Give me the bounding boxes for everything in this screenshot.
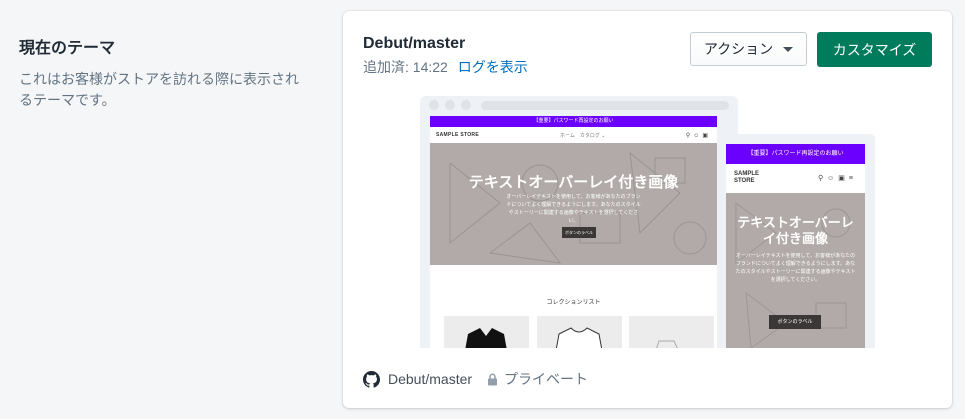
desktop-hero-title: テキストオーバーレイ付き画像 <box>468 174 679 191</box>
desktop-page: 【重要】パスワード再設定のお願い SAMPLE STORE ホーム カタログ ⌄… <box>430 116 717 348</box>
side-description: これはお客様がストアを訪れる際に表示されるテーマです。 <box>19 71 299 108</box>
theme-meta: 追加済: 14:22 ログを表示 <box>363 57 528 77</box>
customize-button-label: カスタマイズ <box>832 41 917 58</box>
collection-title: コレクションリスト <box>546 300 601 306</box>
search-icon: ⚲ <box>817 175 828 182</box>
collection-item <box>444 316 529 348</box>
collection-item <box>537 316 622 348</box>
theme-name: Debut/master <box>363 35 466 52</box>
mobile-hero-text: オーバーレイテキストを使用して、お客様があなたのブランドについてよく理解できるよ… <box>735 253 856 283</box>
desktop-store-logo: SAMPLE STORE <box>436 132 479 138</box>
theme-preview: 【重要】パスワード再設定のお願い SAMPLE STORE ホーム カタログ ⌄… <box>420 96 875 348</box>
user-icon: ☺ <box>693 132 703 139</box>
mobile-page: 【重要】パスワード再設定のお願い SAMPLE STORE ⚲☺▣≡ テキストオ… <box>726 144 865 348</box>
actions-button-label: アクション <box>703 41 774 57</box>
desktop-announcement: 【重要】パスワード再設定のお願い <box>430 116 717 127</box>
theme-added-time: 追加済: 14:22 <box>363 59 448 75</box>
customize-button[interactable]: カスタマイズ <box>817 32 932 67</box>
window-dot <box>445 100 455 110</box>
visibility-label: プライベート <box>504 371 589 387</box>
actions-dropdown-button[interactable]: アクション <box>690 32 807 66</box>
github-icon <box>363 370 380 388</box>
window-dot <box>461 100 471 110</box>
mobile-hero-button: ボタンのラベル <box>769 315 821 329</box>
cart-icon: ▣ <box>702 132 711 139</box>
window-dot <box>429 100 439 110</box>
mobile-hero: テキストオーバーレイ付き画像 オーバーレイテキストを使用して、お客様があなたのブ… <box>726 193 865 348</box>
desktop-nav-menu: ホーム カタログ ⌄ <box>560 132 606 139</box>
mobile-store-logo: SAMPLE STORE <box>734 171 760 184</box>
repo-name: Debut/master <box>388 371 473 387</box>
collection-item <box>629 316 714 348</box>
current-theme-card: Debut/master 追加済: 14:22 ログを表示 アクション カスタマ… <box>343 11 952 408</box>
view-log-link[interactable]: ログを表示 <box>458 59 528 75</box>
user-icon: ☺ <box>827 175 839 182</box>
desktop-hero-text: オーバーレイテキストを使用して、お客様があなたのブランドについてよく理解できるよ… <box>506 194 641 224</box>
caret-down-icon <box>783 46 794 52</box>
mobile-announcement: 【重要】パスワード再設定のお願い <box>726 144 865 164</box>
mobile-preview: 【重要】パスワード再設定のお願い SAMPLE STORE ⚲☺▣≡ テキストオ… <box>723 134 875 348</box>
desktop-hero-button: ボタンのラベル <box>562 227 596 238</box>
url-bar <box>481 101 729 110</box>
lock-icon <box>488 373 498 385</box>
mobile-hero-title: テキストオーバーレイ付き画像 <box>737 215 854 246</box>
theme-footer: Debut/master プライベート <box>363 369 588 389</box>
side-title: 現在のテーマ <box>19 40 116 57</box>
menu-icon: ≡ <box>848 175 857 182</box>
mobile-nav: SAMPLE STORE ⚲☺▣≡ <box>726 164 865 193</box>
desktop-hero: テキストオーバーレイ付き画像 オーバーレイテキストを使用して、お客様があなたのブ… <box>430 143 717 265</box>
desktop-nav-icons: ⚲☺▣ <box>686 132 711 139</box>
window-dots <box>429 100 471 110</box>
desktop-preview: 【重要】パスワード再設定のお願い SAMPLE STORE ホーム カタログ ⌄… <box>420 96 738 348</box>
cart-icon: ▣ <box>838 175 849 182</box>
mobile-nav-icons: ⚲☺▣≡ <box>818 174 857 182</box>
desktop-nav: SAMPLE STORE ホーム カタログ ⌄ ⚲☺▣ <box>430 127 717 143</box>
